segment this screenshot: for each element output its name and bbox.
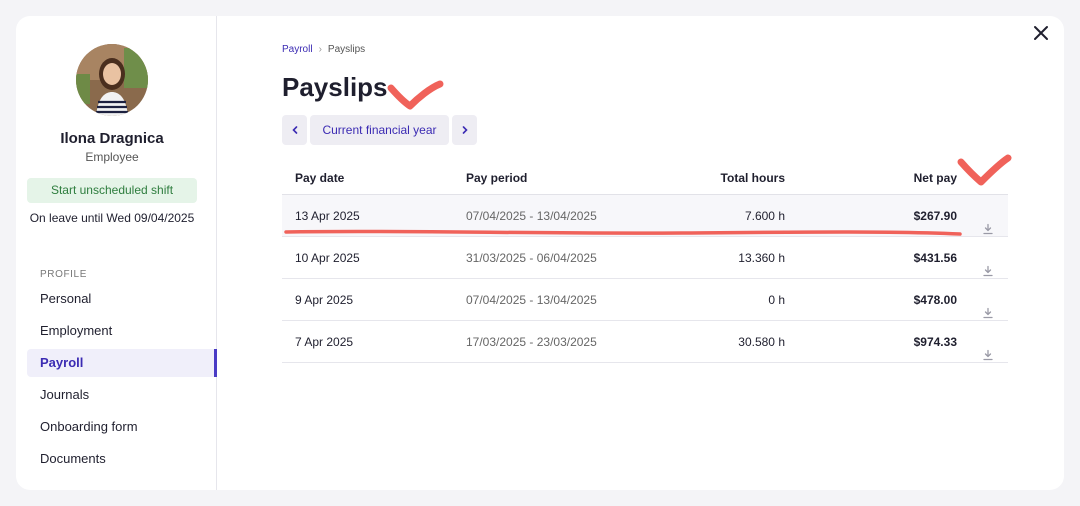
sidebar-item-employment[interactable]: Employment bbox=[27, 317, 217, 345]
download-icon[interactable] bbox=[982, 252, 994, 277]
pay-date: 9 Apr 2025 bbox=[295, 293, 354, 307]
table-row[interactable]: 9 Apr 2025 07/04/2025 - 13/04/2025 0 h $… bbox=[282, 279, 1008, 321]
net-pay: $431.56 bbox=[913, 251, 957, 265]
payslips-table: Pay date Pay period Total hours Net pay … bbox=[282, 161, 1008, 363]
user-name: Ilona Dragnica bbox=[60, 130, 164, 147]
header-total-hours: Total hours bbox=[720, 171, 785, 185]
header-net-pay: Net pay bbox=[913, 171, 957, 185]
sidebar-item-journals[interactable]: Journals bbox=[27, 381, 217, 409]
profile-sidebar: Ilona Dragnica Employee Start unschedule… bbox=[16, 16, 217, 490]
section-label-profile: PROFILE bbox=[40, 269, 87, 280]
table-header: Pay date Pay period Total hours Net pay bbox=[282, 161, 1008, 195]
download-icon[interactable] bbox=[982, 210, 994, 235]
net-pay: $267.90 bbox=[913, 209, 957, 223]
leave-status-note: On leave until Wed 09/04/2025 bbox=[29, 211, 195, 225]
total-hours: 13.360 h bbox=[738, 251, 785, 265]
breadcrumb-payroll-link[interactable]: Payroll bbox=[282, 44, 313, 55]
total-hours: 7.600 h bbox=[744, 209, 785, 223]
total-hours: 0 h bbox=[768, 293, 785, 307]
sidebar-item-payroll[interactable]: Payroll bbox=[27, 349, 217, 377]
period-label-button[interactable]: Current financial year bbox=[310, 115, 449, 145]
sidebar-item-documents[interactable]: Documents bbox=[27, 445, 217, 473]
previous-period-button[interactable] bbox=[282, 115, 307, 145]
total-hours: 30.580 h bbox=[738, 335, 785, 349]
table-row[interactable]: 13 Apr 2025 07/04/2025 - 13/04/2025 7.60… bbox=[282, 195, 1008, 237]
download-icon[interactable] bbox=[982, 336, 994, 361]
sidebar-item-onboarding-form[interactable]: Onboarding form bbox=[27, 413, 217, 441]
table-row[interactable]: 7 Apr 2025 17/03/2025 - 23/03/2025 30.58… bbox=[282, 321, 1008, 363]
pay-date: 7 Apr 2025 bbox=[295, 335, 354, 349]
pay-date: 13 Apr 2025 bbox=[295, 209, 360, 223]
chevron-left-icon bbox=[291, 126, 297, 134]
table-row[interactable]: 10 Apr 2025 31/03/2025 - 06/04/2025 13.3… bbox=[282, 237, 1008, 279]
breadcrumb: Payroll › Payslips bbox=[282, 44, 365, 55]
avatar bbox=[76, 44, 148, 116]
sidebar-item-personal[interactable]: Personal bbox=[27, 285, 217, 313]
download-icon[interactable] bbox=[982, 294, 994, 319]
close-icon[interactable] bbox=[1030, 22, 1052, 44]
pay-period: 07/04/2025 - 13/04/2025 bbox=[466, 293, 597, 307]
period-selector: Current financial year bbox=[282, 115, 477, 145]
pay-period: 07/04/2025 - 13/04/2025 bbox=[466, 209, 597, 223]
pay-date: 10 Apr 2025 bbox=[295, 251, 360, 265]
employee-modal: Ilona Dragnica Employee Start unschedule… bbox=[16, 16, 1064, 490]
profile-nav: Personal Employment Payroll Journals Onb… bbox=[27, 285, 217, 477]
breadcrumb-current: Payslips bbox=[327, 44, 366, 55]
chevron-right-icon: › bbox=[318, 44, 322, 55]
net-pay: $974.33 bbox=[913, 335, 957, 349]
start-unscheduled-shift-button[interactable]: Start unscheduled shift bbox=[27, 178, 197, 203]
payslips-panel: Payroll › Payslips Payslips Current fina… bbox=[218, 16, 1064, 490]
user-role: Employee bbox=[85, 150, 139, 164]
header-pay-date: Pay date bbox=[295, 171, 345, 185]
net-pay: $478.00 bbox=[913, 293, 957, 307]
pay-period: 31/03/2025 - 06/04/2025 bbox=[466, 251, 597, 265]
chevron-right-icon bbox=[462, 126, 468, 134]
pay-period: 17/03/2025 - 23/03/2025 bbox=[466, 335, 597, 349]
header-pay-period: Pay period bbox=[466, 171, 528, 185]
next-period-button[interactable] bbox=[452, 115, 477, 145]
page-title: Payslips bbox=[282, 72, 388, 102]
